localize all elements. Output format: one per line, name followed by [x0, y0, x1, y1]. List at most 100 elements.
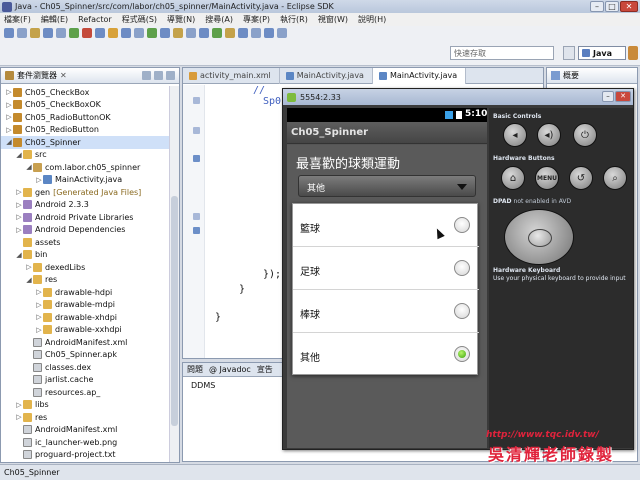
fold-marker-icon[interactable]	[193, 213, 200, 220]
link-editor-icon[interactable]	[154, 71, 163, 80]
tree-item[interactable]: AndroidManifest.xml	[1, 424, 169, 437]
expand-arrow-icon[interactable]: ▷	[15, 213, 23, 221]
tree-item[interactable]: ▷ drawable-xhdpi	[1, 311, 169, 324]
ddms-perspective-icon[interactable]	[628, 46, 638, 60]
menu-run[interactable]: 執行(R)	[280, 14, 308, 25]
tab-problems[interactable]: 問題	[187, 364, 203, 375]
tree-item[interactable]: ▷ Ch05_CheckBox	[1, 86, 169, 99]
option-baseball[interactable]: 棒球	[293, 290, 479, 333]
tree-item[interactable]: ◢ src	[1, 149, 169, 162]
expand-arrow-icon[interactable]: ▷	[15, 201, 23, 209]
tree-item[interactable]: ▷ Android Dependencies	[1, 224, 169, 237]
expand-arrow-icon[interactable]: ▷	[35, 313, 43, 321]
tree-item[interactable]: ▷ dexedLibs	[1, 261, 169, 274]
option-football[interactable]: 足球	[293, 247, 479, 290]
radio-button[interactable]	[454, 217, 470, 233]
menu-help[interactable]: 說明(H)	[358, 14, 386, 25]
menu-navigate[interactable]: 導覽(N)	[167, 14, 195, 25]
power-button[interactable]: ⏻	[573, 123, 597, 147]
expand-arrow-icon[interactable]: ▷	[5, 101, 13, 109]
menu-search[interactable]: 搜尋(A)	[205, 14, 233, 25]
toolbar-icon[interactable]	[225, 28, 235, 38]
tab-main-activity-java[interactable]: MainActivity.java	[280, 68, 373, 84]
menu-source[interactable]: 程式碼(S)	[122, 14, 157, 25]
quickfix-icon[interactable]	[193, 227, 200, 234]
tree-item[interactable]: ▷ res	[1, 411, 169, 424]
volume-down-button[interactable]: ◂	[503, 123, 527, 147]
emulator-close-button[interactable]: ✕	[615, 91, 631, 102]
toolbar-icon[interactable]	[43, 28, 53, 38]
tree-item[interactable]: ▷ MainActivity.java	[1, 174, 169, 187]
expand-arrow-icon[interactable]: ◢	[5, 138, 13, 146]
dpad-center-button[interactable]	[528, 229, 552, 247]
tree-item[interactable]: ▷ drawable-mdpi	[1, 299, 169, 312]
expand-arrow-icon[interactable]: ◢	[25, 163, 33, 171]
tree-item[interactable]: ◢ Ch05_Spinner	[1, 136, 169, 149]
tree-item[interactable]: ▷ gen [Generated Java Files]	[1, 186, 169, 199]
tree-item[interactable]: ▷ Ch05_RedioButton	[1, 124, 169, 137]
toolbar-icon[interactable]	[277, 28, 287, 38]
tree-item[interactable]: ▷ Ch05_RadioButtonOK	[1, 111, 169, 124]
tree-item[interactable]: assets	[1, 236, 169, 249]
toolbar-icon[interactable]	[56, 28, 66, 38]
toolbar-icon[interactable]	[264, 28, 274, 38]
tab-activity-main-xml[interactable]: activity_main.xml	[183, 68, 280, 84]
toolbar-icon[interactable]	[173, 28, 183, 38]
toolbar-icon[interactable]	[69, 28, 79, 38]
toolbar-icon[interactable]	[95, 28, 105, 38]
fold-marker-icon[interactable]	[193, 97, 200, 104]
toolbar-icon[interactable]	[186, 28, 196, 38]
toolbar-icon[interactable]	[30, 28, 40, 38]
expand-arrow-icon[interactable]: ◢	[25, 276, 33, 284]
tree-item[interactable]: ◢ res	[1, 274, 169, 287]
toolbar-icon[interactable]	[82, 28, 92, 38]
search-button[interactable]: ⌕	[603, 166, 627, 190]
tree-item[interactable]: Ch05_Spinner.apk	[1, 349, 169, 362]
radio-button[interactable]	[454, 260, 470, 276]
toolbar-icon[interactable]	[4, 28, 14, 38]
emulator-minimize-button[interactable]: –	[602, 91, 614, 102]
sport-spinner[interactable]: 其他	[298, 175, 476, 197]
tree-item[interactable]: ▷ drawable-hdpi	[1, 286, 169, 299]
menu-project[interactable]: 專案(P)	[243, 14, 270, 25]
expand-arrow-icon[interactable]: ▷	[35, 288, 43, 296]
menu-button[interactable]: MENU	[535, 166, 559, 190]
menu-edit[interactable]: 編輯(E)	[41, 14, 68, 25]
toolbar-icon[interactable]	[108, 28, 118, 38]
radio-button-checked[interactable]	[454, 346, 470, 362]
expand-arrow-icon[interactable]: ◢	[15, 151, 23, 159]
expand-arrow-icon[interactable]: ▷	[15, 413, 23, 421]
tree-item[interactable]: ▷ Android 2.3.3	[1, 199, 169, 212]
close-tab-icon[interactable]: ✕	[60, 71, 67, 80]
view-menu-icon[interactable]	[166, 71, 175, 80]
toolbar-icon[interactable]	[199, 28, 209, 38]
expand-arrow-icon[interactable]: ▷	[15, 401, 23, 409]
expand-arrow-icon[interactable]: ▷	[5, 113, 13, 121]
maximize-button[interactable]: □	[605, 1, 619, 12]
close-button[interactable]: ✕	[620, 1, 638, 12]
radio-button[interactable]	[454, 303, 470, 319]
java-perspective-button[interactable]: Java	[578, 46, 626, 60]
tree-item[interactable]: classes.dex	[1, 361, 169, 374]
toolbar-icon[interactable]	[134, 28, 144, 38]
toolbar-icon[interactable]	[147, 28, 157, 38]
expand-arrow-icon[interactable]: ▷	[15, 226, 23, 234]
tree-item[interactable]: ▷ Ch05_CheckBoxOK	[1, 99, 169, 112]
package-explorer-scrollbar[interactable]	[169, 86, 179, 462]
expand-arrow-icon[interactable]: ▷	[35, 176, 43, 184]
tree-item[interactable]: jarlist.cache	[1, 374, 169, 387]
expand-arrow-icon[interactable]: ▷	[25, 263, 33, 271]
quickfix-icon[interactable]	[193, 155, 200, 162]
toolbar-icon[interactable]	[238, 28, 248, 38]
tree-item[interactable]: resources.ap_	[1, 386, 169, 399]
open-perspective-button[interactable]	[563, 46, 575, 60]
volume-up-button[interactable]: ◂)	[537, 123, 561, 147]
package-explorer-tab[interactable]: 套件瀏覽器 ✕	[1, 68, 179, 84]
back-button[interactable]: ↺	[569, 166, 593, 190]
minimize-button[interactable]: –	[590, 1, 604, 12]
option-basketball[interactable]: 籃球	[293, 204, 479, 247]
dpad-control[interactable]	[504, 209, 574, 265]
collapse-all-icon[interactable]	[142, 71, 151, 80]
home-button[interactable]: ⌂	[501, 166, 525, 190]
fold-marker-icon[interactable]	[193, 127, 200, 134]
